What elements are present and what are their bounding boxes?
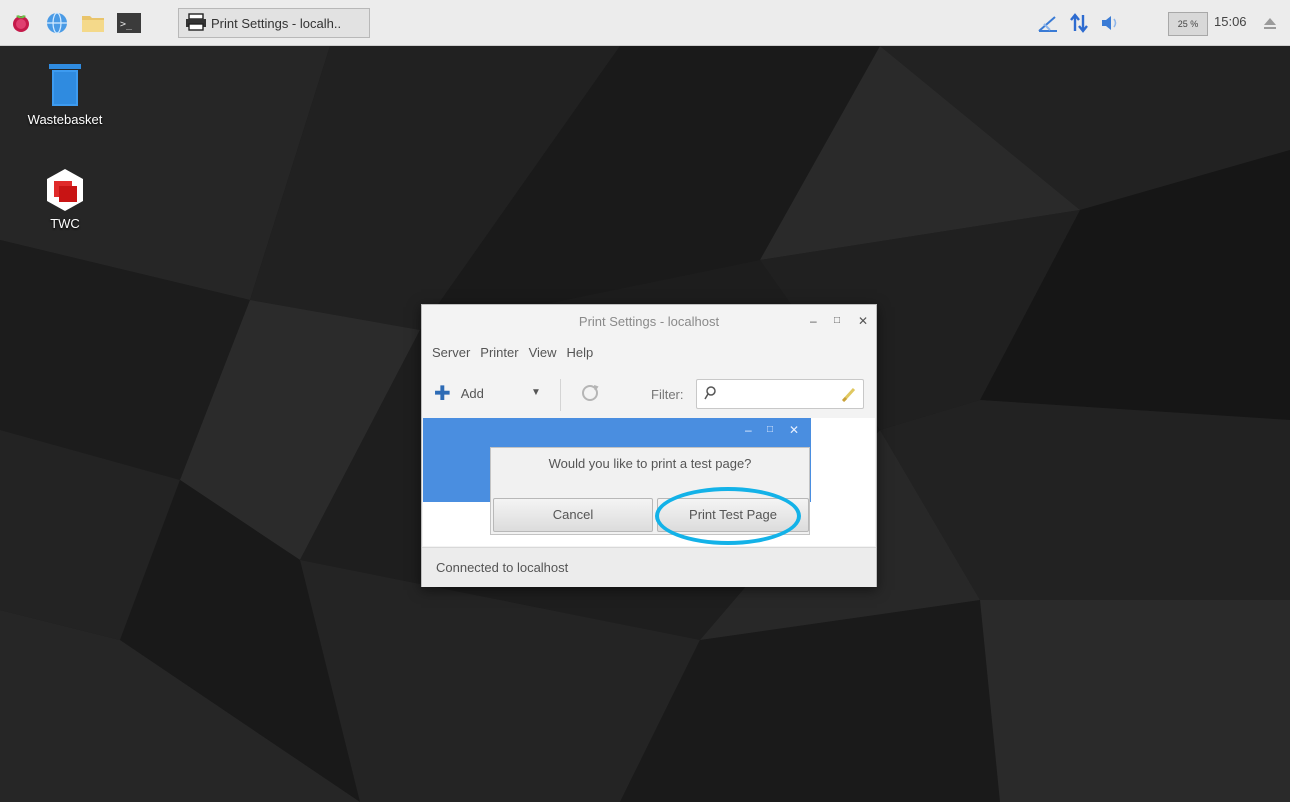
menubar: Server Printer View Help — [432, 345, 603, 360]
menu-help[interactable]: Help — [567, 345, 594, 360]
clock[interactable]: 15:06 — [1214, 14, 1247, 29]
bluetooth-icon[interactable] — [1036, 0, 1060, 46]
twc-app-icon — [47, 169, 83, 211]
raspberry-menu-icon[interactable] — [6, 8, 36, 38]
refresh-icon[interactable] — [580, 383, 600, 406]
add-label: Add — [460, 386, 484, 401]
file-manager-icon[interactable] — [78, 8, 108, 38]
desktop-icon-label: TWC — [50, 216, 80, 231]
close-icon[interactable]: ✕ — [789, 423, 799, 437]
add-dropdown-arrow-icon[interactable]: ▼ — [531, 387, 541, 398]
svg-text:>_: >_ — [120, 19, 133, 30]
terminal-icon[interactable]: >_ — [114, 8, 144, 38]
search-icon — [703, 385, 717, 404]
filter-label: Filter: — [651, 387, 684, 402]
web-browser-icon[interactable] — [42, 8, 72, 38]
toolbar-separator — [560, 379, 561, 411]
eject-icon[interactable] — [1262, 0, 1278, 46]
taskbar: >_ Print Settings - localh.. 25 % 15:06 — [0, 0, 1290, 46]
cpu-monitor[interactable]: 25 % — [1168, 12, 1208, 36]
menu-view[interactable]: View — [529, 345, 557, 360]
trash-icon — [49, 64, 81, 106]
maximize-icon[interactable]: □ — [834, 315, 840, 326]
menu-printer[interactable]: Printer — [480, 345, 518, 360]
printer-icon — [185, 12, 207, 34]
dialog-message: Would you like to print a test page? — [548, 456, 752, 471]
window-title: Print Settings - localhost — [578, 314, 720, 329]
desktop-icon-label: Wastebasket — [27, 112, 103, 127]
minimize-icon[interactable]: – — [745, 423, 752, 437]
clear-icon[interactable] — [841, 386, 857, 405]
status-bar: Connected to localhost — [422, 547, 876, 587]
maximize-icon[interactable]: □ — [767, 424, 773, 435]
desktop-icon-wastebasket[interactable]: Wastebasket — [20, 62, 110, 127]
task-button-label: Print Settings - localh.. — [211, 15, 342, 31]
menu-server[interactable]: Server — [432, 345, 470, 360]
plus-icon: ✚ — [434, 383, 451, 405]
task-button-print-settings[interactable]: Print Settings - localh.. — [178, 8, 370, 38]
test-page-dialog: Would you like to print a test page? Can… — [490, 447, 810, 535]
print-test-page-button[interactable]: Print Test Page — [657, 498, 809, 532]
minimize-icon[interactable]: – — [810, 314, 817, 328]
add-button[interactable]: ✚ Add — [434, 381, 484, 406]
cpu-label: 25 % — [1177, 19, 1199, 29]
desktop-icon-twc[interactable]: TWC — [20, 168, 110, 231]
cancel-button[interactable]: Cancel — [493, 498, 653, 532]
network-icon[interactable] — [1068, 0, 1090, 46]
close-icon[interactable]: ✕ — [858, 314, 868, 328]
toolbar: ✚ Add ▼ Filter: — [422, 373, 876, 417]
volume-icon[interactable] — [1100, 0, 1122, 46]
filter-input[interactable] — [696, 379, 864, 409]
